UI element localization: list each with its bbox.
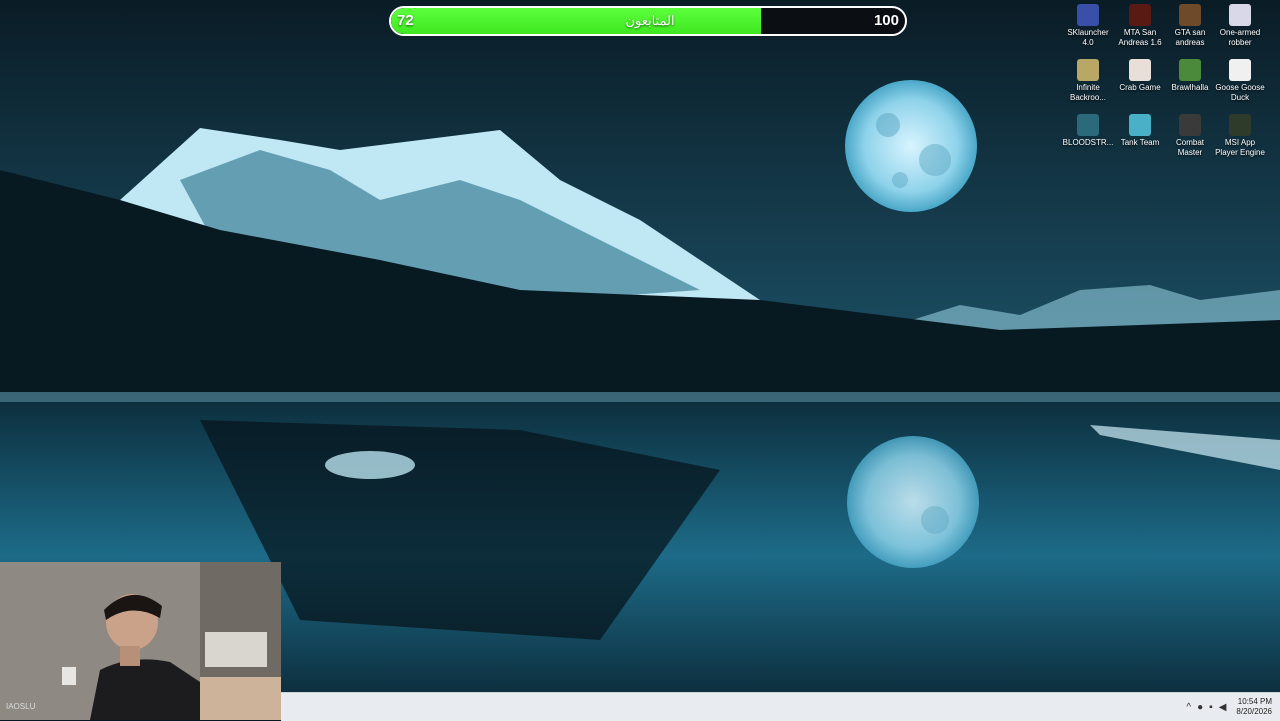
desktop-icon-crab-game[interactable]: Crab Game	[1114, 57, 1166, 93]
goose-duck-icon	[1229, 59, 1251, 81]
msi-player-icon	[1229, 114, 1251, 136]
goal-current-count: 72	[397, 12, 414, 29]
desktop-icon-tank-team[interactable]: Tank Team	[1114, 112, 1166, 148]
backrooms-icon	[1077, 59, 1099, 81]
microphone-icon[interactable]: ●	[1197, 702, 1203, 713]
desktop-icon-label: One-armed robber	[1219, 28, 1261, 47]
webcam-brand-text: IAOSLU	[6, 702, 36, 711]
desktop-icon-label: Combat Master	[1175, 138, 1204, 157]
desktop-icon-bloodstrike[interactable]: BLOODSTR...	[1062, 112, 1114, 148]
combat-master-icon	[1179, 114, 1201, 136]
system-tray: ^ ● ▪ ◀ 10:54 PM 8/20/2026	[1186, 693, 1272, 721]
desktop-icon-robber[interactable]: One-armed robber	[1214, 2, 1266, 48]
crab-game-icon	[1129, 59, 1151, 81]
desktop-icon-label: GTA san andreas	[1174, 28, 1206, 47]
clock-date: 8/20/2026	[1236, 707, 1272, 716]
robber-icon	[1229, 4, 1251, 26]
brawlhalla-icon	[1179, 59, 1201, 81]
desktop-icon-msi-player[interactable]: MSI App Player Engine	[1214, 112, 1266, 158]
desktop-icon-label: MTA San Andreas 1.6	[1118, 28, 1162, 47]
desktop-icon-backrooms[interactable]: Infinite Backroo...	[1062, 57, 1114, 103]
desktop-icon-label: BLOODSTR...	[1062, 138, 1114, 147]
sklauncher-icon	[1077, 4, 1099, 26]
follower-goal-bar: المتابعون 72 100	[389, 6, 907, 36]
goal-label: المتابعون	[625, 13, 675, 28]
tank-team-icon	[1129, 114, 1151, 136]
desktop-icon-label: Crab Game	[1119, 83, 1161, 92]
taskbar: ^ ● ▪ ◀ 10:54 PM 8/20/2026	[281, 692, 1280, 721]
desktop-icon-label: Goose Goose Duck	[1215, 83, 1265, 102]
desktop-icon-combat-master[interactable]: Combat Master	[1164, 112, 1216, 158]
chevron-up-icon[interactable]: ^	[1186, 702, 1191, 713]
bloodstrike-icon	[1077, 114, 1099, 136]
network-icon[interactable]: ▪	[1209, 702, 1213, 713]
desktop-icon-sklauncher[interactable]: SKlauncher 4.0	[1062, 2, 1114, 48]
clock-time: 10:54 PM	[1237, 697, 1272, 706]
system-clock[interactable]: 10:54 PM 8/20/2026	[1236, 697, 1272, 717]
desktop-icon-label: Infinite Backroo...	[1069, 83, 1106, 102]
desktop-icon-label: Brawlhalla	[1171, 83, 1209, 92]
desktop-icon-brawlhalla[interactable]: Brawlhalla	[1164, 57, 1216, 93]
webcam-overlay: IAOSLU	[0, 562, 281, 720]
webcam-person-image	[0, 562, 281, 720]
desktop-icon-label: Tank Team	[1120, 138, 1160, 147]
desktop-icon-mta[interactable]: MTA San Andreas 1.6	[1114, 2, 1166, 48]
desktop-icon-gta[interactable]: GTA san andreas	[1164, 2, 1216, 48]
goal-target-count: 100	[873, 12, 899, 29]
desktop-icon-label: SKlauncher 4.0	[1067, 28, 1109, 47]
speaker-icon[interactable]: ◀	[1219, 702, 1227, 713]
desktop-icon-label: MSI App Player Engine	[1215, 138, 1265, 157]
gta-icon	[1179, 4, 1201, 26]
mta-icon	[1129, 4, 1151, 26]
desktop-icon-goose-duck[interactable]: Goose Goose Duck	[1214, 57, 1266, 103]
